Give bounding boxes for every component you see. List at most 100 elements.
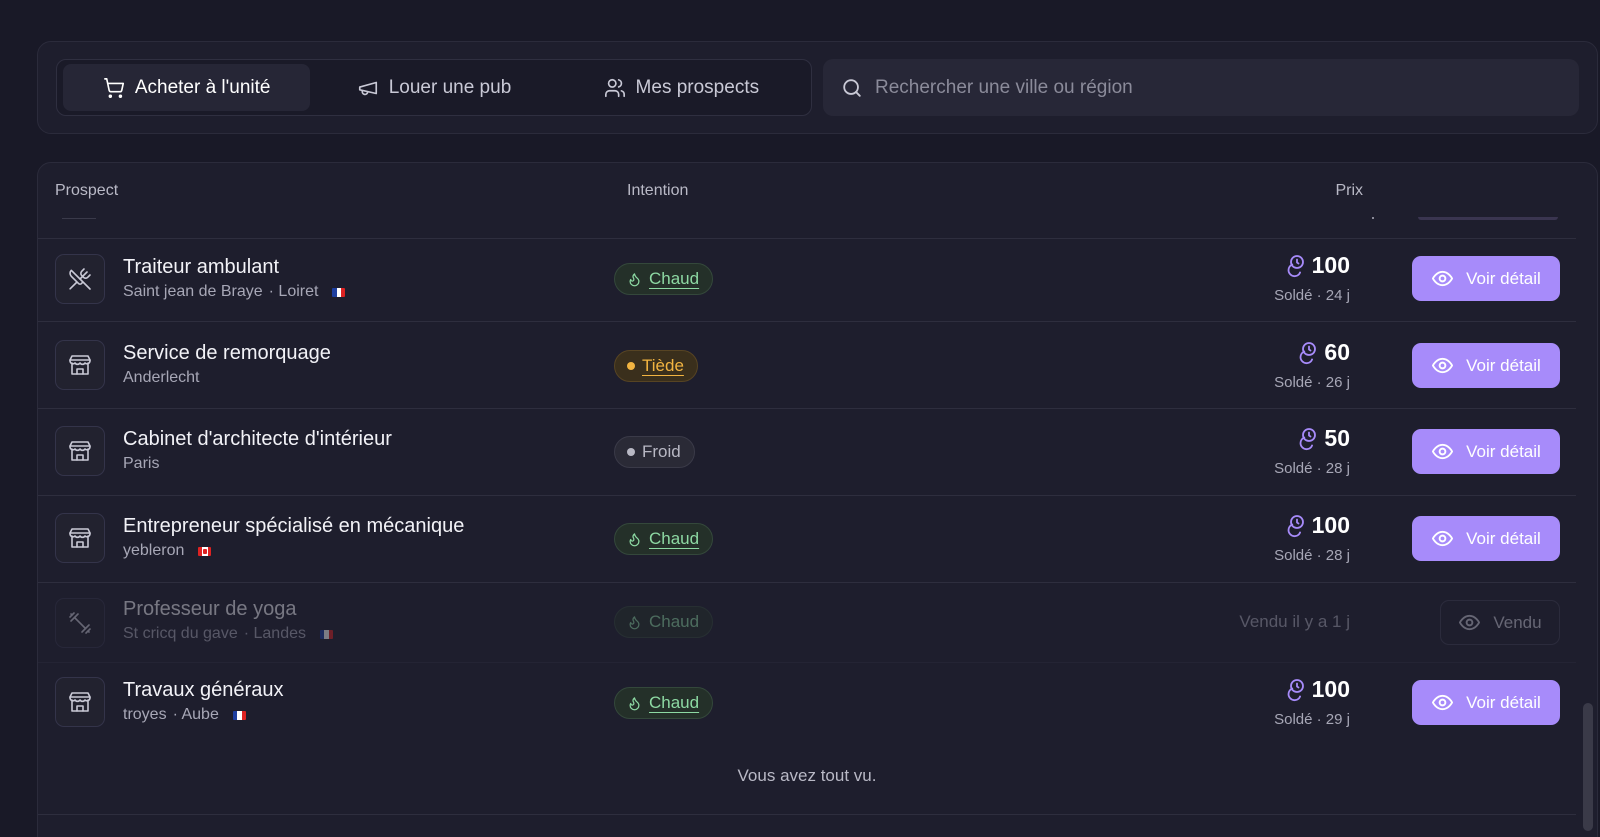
row-region: · Landes [243,625,306,642]
search-input[interactable] [875,76,1555,99]
row-price-status: Soldé · 29 j [1274,711,1350,728]
flag-fr-icon [320,629,333,639]
row-title: Traiteur ambulant [123,256,279,278]
scrollbar-thumb[interactable] [1583,703,1593,831]
tab-acheter[interactable]: Acheter à l'unité [63,64,311,111]
vendu-label: Vendu [1493,612,1542,632]
row-location: troyes · Aube [123,706,246,724]
tab-acheter-label: Acheter à l'unité [134,76,271,98]
tab-mes-prospects[interactable]: Mes prospects [558,64,805,111]
intention-label: Chaud [649,693,700,712]
scrolled-row-remnant [62,218,96,219]
header-prix: Prix [1335,182,1363,199]
flag-fr-icon [232,710,246,720]
row-price-value: 100 [1311,252,1350,278]
intention-badge: Chaud [614,606,714,638]
row-price-status: Soldé · 28 j [1274,547,1350,564]
sold-status: Vendu il y a 1 j [1239,612,1350,631]
intention-label: Chaud [649,612,700,631]
voir-detail-button[interactable]: Voir détail [1412,516,1560,561]
row-region: · Aube [172,706,219,723]
eye-icon [1432,530,1454,547]
intention-badge: Chaud [614,263,714,295]
eye-icon [1432,694,1454,711]
intention-dot [627,362,635,370]
megaphone-icon [358,81,377,95]
intention-label: Chaud [649,269,700,288]
flame-icon [629,615,640,629]
row-location: Saint jean de Braye · Loiret [123,283,346,301]
row-icon-box [55,677,105,727]
intention-badge: Chaud [614,523,714,555]
row-icon-box [55,598,105,648]
intention-label: Chaud [649,529,700,548]
voir-detail-label: Voir détail [1466,355,1541,375]
row-city: troyes [123,706,167,723]
eye-icon [1432,270,1454,287]
flame-icon [629,532,640,546]
table-row: Entrepreneur spécialisé en mécanique yeb… [38,496,1576,583]
cart-icon [103,77,124,98]
dumbbell-icon [69,612,91,634]
header-prospect: Prospect [55,182,119,199]
coins-icon [1287,254,1304,277]
vendu-button: Vendu [1440,600,1560,645]
row-location: Paris [123,455,159,473]
store-icon [69,692,91,712]
voir-detail-button[interactable]: Voir détail [1412,680,1560,725]
coins-icon [1287,514,1304,537]
row-icon-box [55,340,105,390]
toolbar: Acheter à l'unité Louer une pub Mes pros… [37,41,1598,134]
voir-detail-label: Voir détail [1466,692,1541,712]
intention-badge: Froid [614,436,695,468]
voir-detail-button[interactable]: Voir détail [1412,343,1560,388]
voir-detail-button[interactable]: Voir détail [1412,256,1560,301]
flag-fr-icon [332,287,346,297]
row-price-value: 100 [1311,676,1350,702]
voir-detail-label: Voir détail [1466,441,1541,461]
row-city: Saint jean de Braye [123,283,263,300]
voir-detail-label: Voir détail [1466,268,1541,288]
row-price-status: Soldé · 26 j [1274,374,1350,391]
row-title: Professeur de yoga [123,598,297,620]
tab-louer-label: Louer une pub [388,76,512,98]
coins-icon [1300,427,1317,450]
row-icon-box [55,426,105,476]
voir-detail-button[interactable]: Voir détail [1412,429,1560,474]
coins-icon [1300,341,1317,364]
intention-dot [627,448,635,456]
intention-badge: Chaud [614,687,714,719]
search-bar [823,59,1579,116]
table-row: Service de remorquage Anderlecht Tiède 6… [38,322,1576,409]
voir-detail-label: Voir détail [1466,528,1541,548]
row-price: 50 [1294,425,1350,452]
users-icon [604,78,625,97]
row-price-value: 60 [1324,339,1350,365]
eye-icon [1432,443,1454,460]
eye-icon [1432,357,1454,374]
row-title: Service de remorquage [123,342,331,364]
row-icon-box [55,513,105,563]
row-icon-box [55,254,105,304]
row-price-value: 100 [1311,512,1350,538]
tab-louer[interactable]: Louer une pub [310,64,557,111]
row-price: 100 [1282,252,1350,279]
row-title: Travaux généraux [123,679,284,701]
row-location: Anderlecht [123,369,200,387]
flame-icon [629,696,640,710]
table-row: Cabinet d'architecte d'intérieur Paris F… [38,409,1576,496]
table-row-sold: Professeur de yoga St cricq du gave · La… [38,583,1576,663]
row-price-status: Soldé · 24 j [1274,287,1350,304]
row-city: Paris [123,455,160,472]
intention-badge: Tiède [614,350,698,382]
utensils-crossed-icon [69,268,91,290]
end-of-list-message: Vous avez tout vu. [737,766,877,785]
row-city: yebleron [123,542,185,559]
row-price: 60 [1294,339,1350,366]
eye-icon [1459,614,1481,631]
divider [38,814,1576,815]
table-row: Travaux généraux troyes · Aube Chaud 100… [38,663,1576,750]
tab-mes-prospects-label: Mes prospects [635,76,760,98]
store-icon [69,528,91,548]
row-price-value: 50 [1324,425,1350,451]
